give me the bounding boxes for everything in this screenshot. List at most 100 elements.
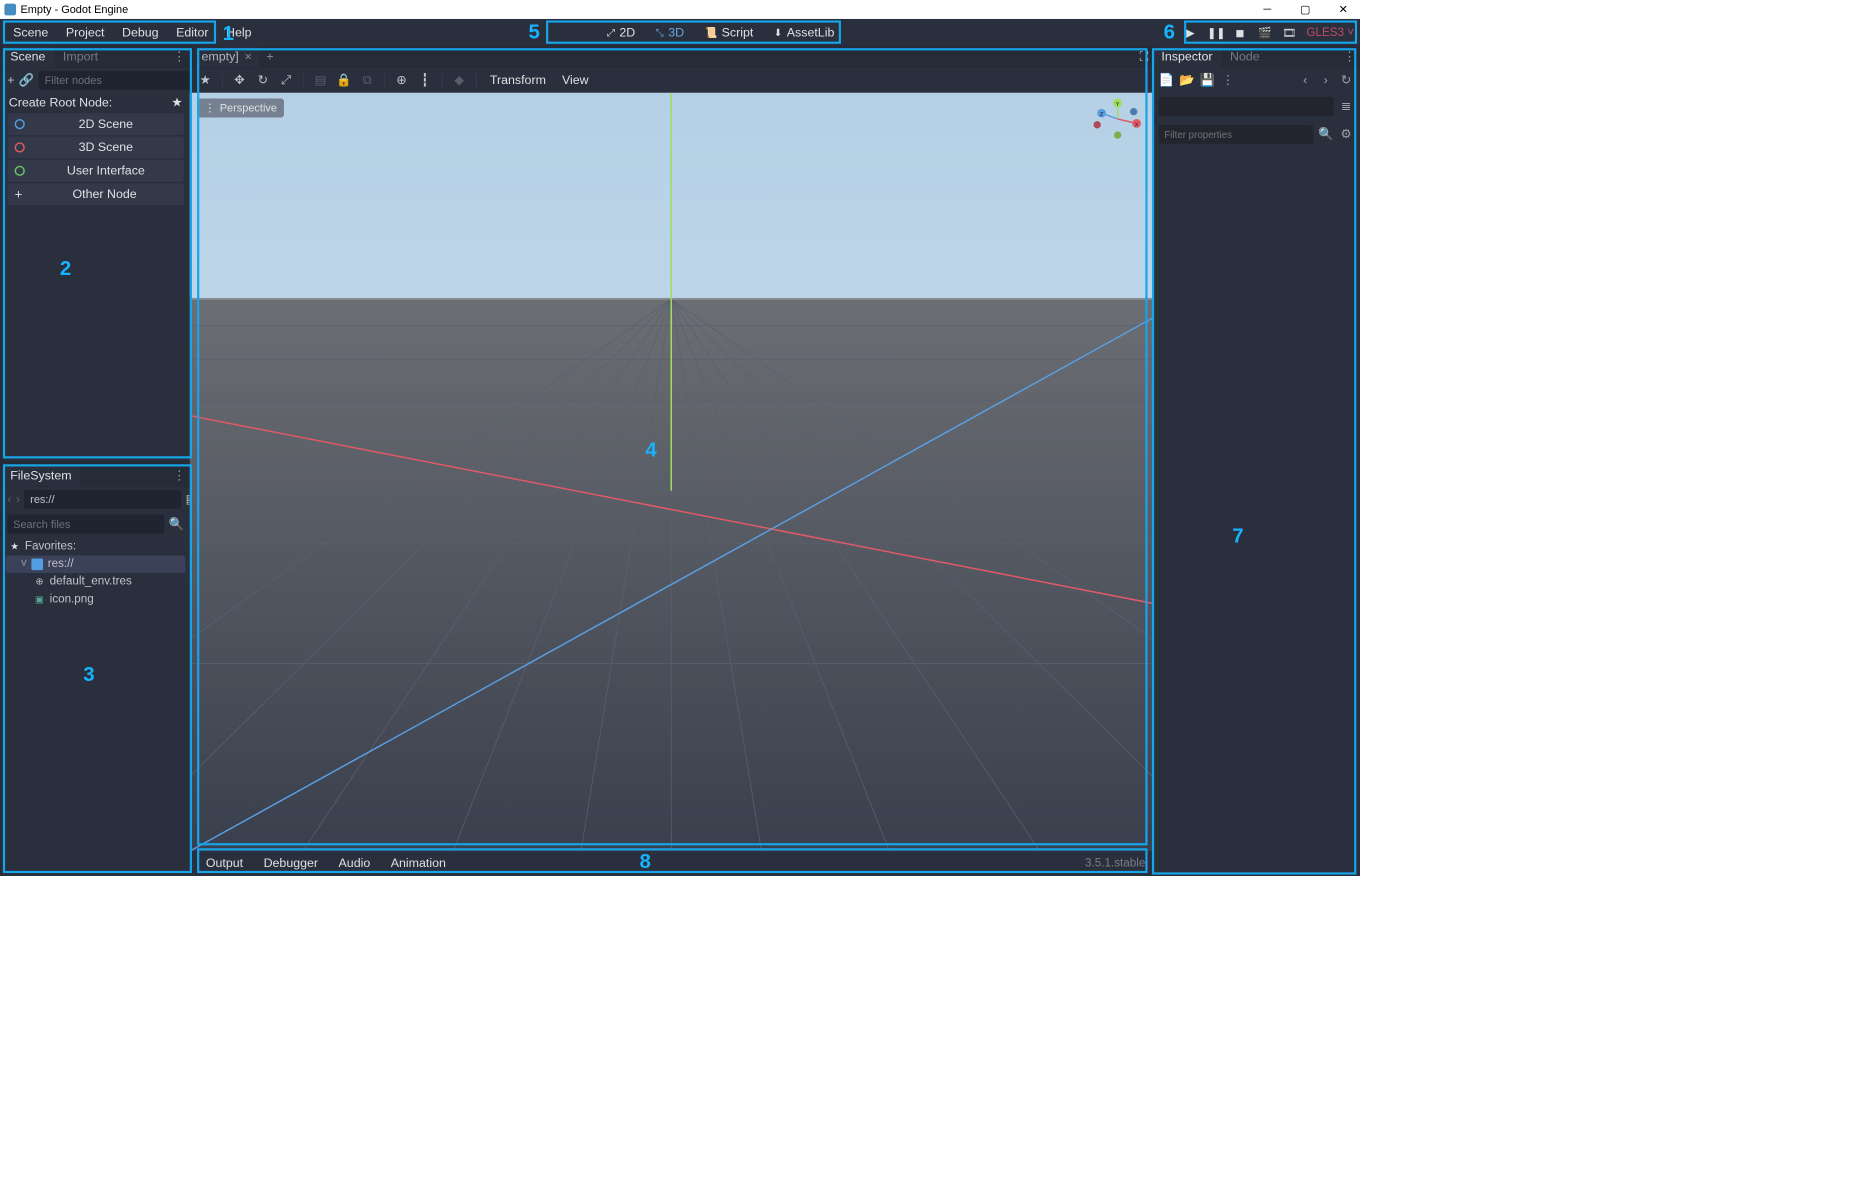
local-space-icon[interactable]: ⊕: [393, 72, 409, 88]
add-node-icon[interactable]: +: [7, 72, 14, 88]
history-fwd-icon[interactable]: ›: [1318, 72, 1334, 88]
fs-favorites[interactable]: ★Favorites:: [6, 538, 186, 556]
move-mode-icon[interactable]: ✥: [231, 72, 247, 88]
separator: [303, 73, 304, 88]
search-icon[interactable]: 🔍: [1318, 126, 1334, 142]
workspace-assetlib[interactable]: ⬇AssetLib: [764, 22, 845, 42]
separator: [222, 73, 223, 88]
script-icon: 📜: [705, 26, 718, 38]
tab-inspector[interactable]: Inspector: [1153, 47, 1222, 67]
scene-panel: Scene Import ⋮ + 🔗 🔍 Create Root Node: ★…: [1, 46, 189, 461]
plus-icon: +: [15, 187, 23, 202]
bottom-debugger[interactable]: Debugger: [255, 853, 327, 873]
view-menu[interactable]: View: [558, 72, 593, 90]
load-resource-icon[interactable]: 📂: [1179, 72, 1195, 88]
fs-fwd-icon[interactable]: ›: [16, 491, 20, 507]
create-ui-button[interactable]: User Interface: [7, 160, 184, 182]
menubar: Scene Project Debug Editor Help ⤢2D ⤡3D …: [0, 19, 1360, 46]
scene-tab-empty[interactable]: empty]×: [194, 47, 259, 67]
distraction-free-icon[interactable]: ⛶: [1140, 50, 1149, 65]
bottom-output[interactable]: Output: [197, 853, 252, 873]
snap-icon[interactable]: ┇: [417, 72, 433, 88]
assetlib-icon: ⬇: [774, 26, 783, 38]
link-icon[interactable]: 🔗: [19, 72, 34, 88]
svg-text:X: X: [1135, 122, 1139, 128]
filter-nodes-input[interactable]: [39, 71, 196, 90]
history-icon[interactable]: ↻: [1338, 72, 1354, 88]
lock-icon[interactable]: 🔒: [336, 72, 352, 88]
search-icon[interactable]: 🔍: [169, 516, 184, 532]
workspace-2d[interactable]: ⤢2D: [597, 22, 646, 42]
group-icon[interactable]: ⧉: [359, 72, 375, 88]
transform-menu[interactable]: Transform: [485, 72, 550, 90]
svg-text:Y: Y: [1116, 102, 1120, 108]
tab-import[interactable]: Import: [54, 47, 107, 67]
create-2d-scene-button[interactable]: 2D Scene: [7, 113, 184, 135]
fs-root[interactable]: ˅res://: [6, 556, 186, 574]
settings-icon[interactable]: ⚙: [1338, 126, 1354, 142]
create-other-node-button[interactable]: +Other Node: [7, 183, 184, 205]
play-scene-button[interactable]: 🎬: [1257, 26, 1273, 39]
separator: [442, 73, 443, 88]
tab-scene[interactable]: Scene: [1, 47, 54, 67]
add-scene-tab[interactable]: +: [259, 47, 281, 67]
scale-mode-icon[interactable]: ⤢: [278, 72, 294, 88]
fs-search-input[interactable]: [7, 515, 164, 534]
docs-icon[interactable]: ≣: [1338, 99, 1354, 115]
control-icon: [15, 166, 25, 176]
godot-icon: [4, 4, 16, 16]
svg-text:Z: Z: [1100, 112, 1104, 118]
separator: [476, 73, 477, 88]
spatial-toolbar: ★ ✥ ↻ ⤢ ▤ 🔒 ⧉ ⊕ ┇ ◆ Transform View: [190, 68, 1153, 93]
menu-help[interactable]: Help: [219, 22, 259, 42]
bottom-animation[interactable]: Animation: [382, 853, 455, 873]
object-name-input[interactable]: [1159, 97, 1334, 116]
menu-editor[interactable]: Editor: [169, 22, 216, 42]
chevron-down-icon: ˅: [20, 558, 27, 571]
camera-preview-icon[interactable]: ◆: [451, 72, 467, 88]
3d-viewport[interactable]: ⋮Perspective Y X Z: [190, 93, 1153, 851]
node2d-icon: [15, 119, 25, 129]
favorite-icon[interactable]: ★: [171, 96, 182, 111]
save-resource-icon[interactable]: 💾: [1199, 72, 1215, 88]
new-resource-icon[interactable]: 📄: [1159, 72, 1175, 88]
spatial-icon: [15, 142, 25, 152]
create-3d-scene-button[interactable]: 3D Scene: [7, 137, 184, 159]
orientation-gizmo[interactable]: Y X Z: [1091, 99, 1144, 140]
rotate-mode-icon[interactable]: ↻: [255, 72, 271, 88]
select-mode-icon[interactable]: ★: [197, 72, 213, 88]
tab-filesystem[interactable]: FileSystem: [1, 466, 80, 486]
extra-options-icon[interactable]: ⋮: [1220, 72, 1236, 88]
scene-panel-menu-icon[interactable]: ⋮: [173, 50, 185, 65]
close-tab-icon[interactable]: ×: [245, 50, 252, 65]
filesystem-menu-icon[interactable]: ⋮: [173, 469, 185, 484]
perspective-badge[interactable]: ⋮Perspective: [197, 99, 284, 118]
play-button[interactable]: ▶: [1182, 26, 1198, 39]
menu-debug[interactable]: Debug: [115, 22, 166, 42]
fs-path-input[interactable]: [24, 490, 181, 509]
menu-project[interactable]: Project: [59, 22, 112, 42]
play-custom-scene-button[interactable]: 🎞: [1282, 26, 1298, 39]
filter-properties-input[interactable]: [1159, 125, 1314, 144]
minimize-button[interactable]: ─: [1255, 3, 1280, 16]
version-label: 3.5.1.stable: [1085, 857, 1145, 870]
bottom-audio[interactable]: Audio: [330, 853, 379, 873]
tab-node[interactable]: Node: [1221, 47, 1268, 67]
maximize-button[interactable]: ▢: [1293, 3, 1318, 16]
history-back-icon[interactable]: ‹: [1297, 72, 1313, 88]
scene-tabbar: empty]× + ⛶: [190, 46, 1153, 68]
stop-button[interactable]: ◼: [1232, 26, 1248, 39]
workspace-3d[interactable]: ⤡3D: [645, 22, 694, 42]
fs-file-default-env[interactable]: ⊕default_env.tres: [6, 573, 186, 591]
workspace-script[interactable]: 📜Script: [694, 22, 763, 42]
fs-back-icon[interactable]: ‹: [7, 491, 11, 507]
renderer-select[interactable]: GLES3 ˅: [1306, 26, 1354, 39]
list-select-icon[interactable]: ▤: [312, 72, 328, 88]
menu-scene[interactable]: Scene: [6, 22, 56, 42]
fs-file-icon[interactable]: ▣icon.png: [6, 591, 186, 609]
close-button[interactable]: ✕: [1331, 3, 1356, 16]
pause-button[interactable]: ❚❚: [1207, 26, 1223, 39]
2d-icon: ⤢: [607, 26, 615, 38]
create-root-label: Create Root Node:: [9, 96, 112, 111]
inspector-menu-icon[interactable]: ⋮: [1343, 50, 1355, 65]
